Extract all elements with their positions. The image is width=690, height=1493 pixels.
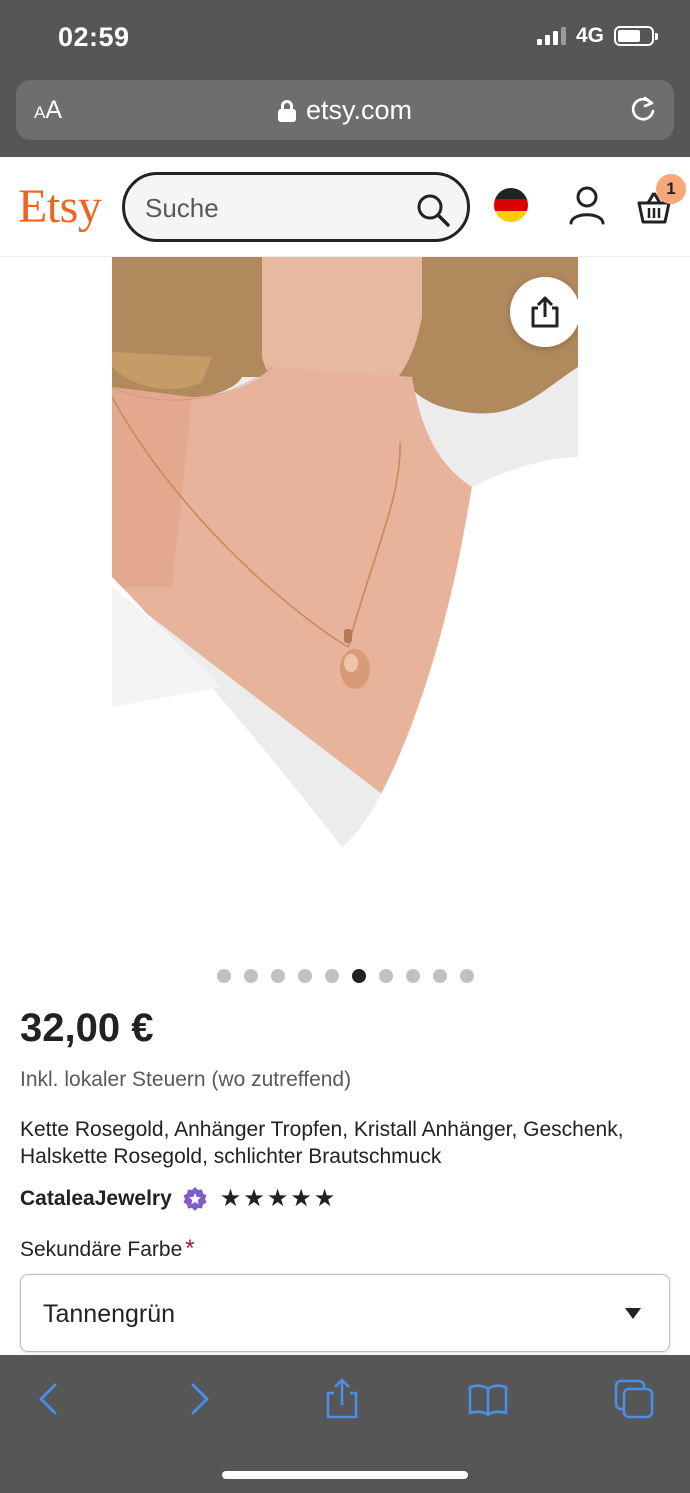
selected-color: Tannengrün [43,1300,176,1328]
lock-icon [277,99,296,122]
browser-top-chrome: 02:59 4G AA etsy.com [0,0,690,157]
product-price: 32,00 € [20,1006,154,1050]
carousel-dot[interactable] [432,969,447,983]
rating-stars[interactable]: ★ ★ ★ ★ ★ [220,1184,336,1213]
share-button[interactable] [510,277,578,347]
product-title: Kette Rosegold, Anhänger Tropfen, Krista… [20,1118,624,1168]
carousel-dot[interactable] [297,969,312,983]
carousel-dot[interactable] [216,969,231,983]
carousel-dot[interactable] [270,969,285,983]
forward-icon[interactable] [176,1377,220,1421]
share-sheet-icon[interactable] [320,1377,364,1421]
carousel-dot[interactable] [351,969,366,983]
carousel-dot[interactable] [243,969,258,983]
tabs-icon[interactable] [612,1377,656,1421]
carousel-dot[interactable] [324,969,339,983]
star-icon: ★ [313,1185,336,1212]
user-account-icon[interactable] [568,185,606,225]
url-display[interactable]: etsy.com [16,95,674,126]
seller-row: CataleaJewelry ★ ★ ★ ★ ★ [20,1184,335,1213]
share-icon [531,296,559,328]
carousel-dot[interactable] [405,969,420,983]
reload-icon[interactable] [628,94,658,124]
necklace-photo [112,257,578,954]
search-icon[interactable] [415,192,451,228]
secondary-color-select[interactable]: Tannengrün [20,1274,670,1352]
option-label: Sekundäre Farbe * [20,1235,195,1262]
star-icon: ★ [219,1185,242,1212]
url-text: etsy.com [305,95,413,125]
address-bar[interactable]: AA etsy.com [16,80,674,140]
product-image[interactable] [112,257,578,954]
germany-flag-icon[interactable] [494,188,528,222]
cart-count-badge: 1 [656,174,686,204]
cellular-signal-icon [536,27,566,45]
battery-icon [614,26,658,46]
required-marker: * [185,1235,195,1262]
carousel-dot[interactable] [378,969,393,983]
star-icon: ★ [266,1185,289,1212]
carousel-dot[interactable] [459,969,474,983]
bookmarks-icon[interactable] [466,1377,510,1421]
back-icon[interactable] [28,1377,72,1421]
etsy-logo[interactable]: Etsy [18,179,102,234]
status-indicators: 4G [536,24,658,48]
search-bar[interactable] [122,172,470,242]
status-time: 02:59 [58,22,130,52]
network-type: 4G [575,24,604,47]
dropdown-caret-icon [625,1308,641,1319]
star-icon: ★ [243,1185,265,1212]
home-indicator[interactable] [222,1471,468,1479]
seller-name-link[interactable]: CataleaJewelry [20,1187,172,1211]
star-seller-badge-icon [183,1186,207,1211]
search-input[interactable] [145,193,405,224]
image-carousel-dots[interactable] [0,969,690,983]
tax-note: Inkl. lokaler Steuern (wo zutreffend) [20,1068,352,1091]
star-icon: ★ [290,1185,312,1212]
site-header: Etsy 1 [0,157,690,257]
